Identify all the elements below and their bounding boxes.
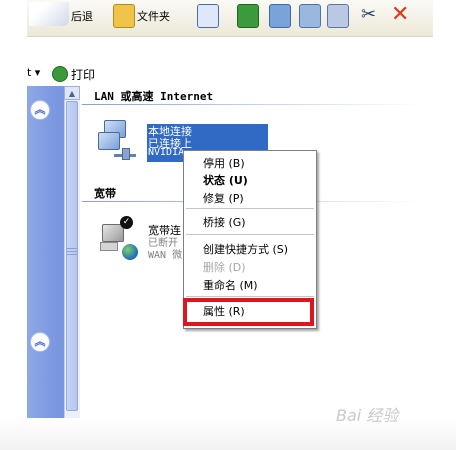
folders-button-label[interactable]: 文件夹 — [137, 8, 170, 24]
scrollbar-thumb[interactable] — [66, 101, 78, 411]
group-header-lan: LAN 或高速 Internet — [94, 90, 214, 103]
menu-item-rename[interactable]: 重命名 (M) — [203, 277, 258, 293]
broadband-connection-device: WAN 微 — [148, 250, 183, 261]
back-arrow-icon[interactable] — [29, 2, 69, 26]
standard-toolbar: 后退 文件夹 ✂ ✕ — [27, 0, 433, 37]
baidu-watermark: Bai 经验 — [336, 406, 399, 425]
print-button-label[interactable]: 打印 — [71, 66, 95, 83]
right-margin — [433, 0, 456, 450]
scrollbar-grip — [67, 248, 77, 256]
menu-item-repair[interactable]: 修复 (P) — [203, 190, 244, 206]
task-pane-panel: ︽ ︽ — [27, 86, 57, 418]
menu-separator — [186, 234, 314, 235]
network-port-icon — [122, 148, 130, 160]
group-divider — [82, 104, 422, 105]
properties-highlight-box — [183, 298, 314, 326]
paste-icon[interactable] — [327, 4, 349, 28]
globe-icon — [122, 244, 138, 260]
menu-separator — [186, 208, 314, 209]
task-toolbar: t ▾ 打印 — [27, 62, 433, 86]
menu-separator — [186, 296, 314, 297]
check-badge-icon: ✓ — [120, 216, 133, 229]
copy-icon[interactable] — [299, 4, 321, 28]
broadband-connection-icon[interactable]: ✓ — [96, 216, 144, 264]
menu-item-status[interactable]: 状态 (U) — [203, 172, 248, 188]
delete-icon[interactable]: ✕ — [391, 2, 409, 27]
menu-item-delete: 删除 (D) — [203, 261, 246, 274]
print-icon[interactable] — [52, 66, 68, 82]
lan-connection-device: NVIDIA — [148, 147, 185, 158]
scroll-up-arrow-icon[interactable]: ▲ — [64, 86, 80, 100]
move-to-icon[interactable] — [237, 4, 259, 28]
menu-item-create-shortcut[interactable]: 创建快捷方式 (S) — [203, 241, 288, 257]
left-margin — [0, 0, 27, 450]
monitor-icon — [98, 132, 120, 150]
folder-icon[interactable] — [113, 4, 135, 28]
computer-base-icon — [100, 242, 118, 251]
menu-item-disable[interactable]: 停用 (B) — [203, 155, 245, 171]
back-button-label[interactable]: 后退 — [71, 8, 93, 24]
network-connection-icon[interactable] — [96, 118, 140, 166]
toolbar-dropdown[interactable]: t ▾ — [27, 66, 40, 79]
group-header-broadband: 宽带 — [94, 187, 116, 200]
copy-to-icon[interactable] — [269, 4, 291, 28]
cut-icon[interactable]: ✂ — [361, 4, 376, 25]
collapse-chevron-icon[interactable]: ︽ — [30, 100, 50, 120]
menu-item-bridge[interactable]: 桥接 (G) — [203, 214, 246, 230]
views-icon[interactable] — [197, 4, 219, 28]
collapse-chevron-icon[interactable]: ︽ — [30, 332, 50, 352]
